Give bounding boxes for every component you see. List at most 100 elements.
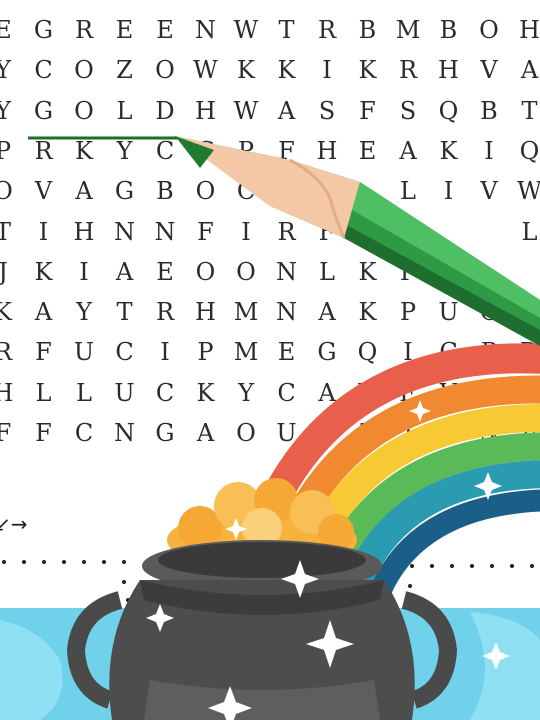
letter-cell[interactable]: H [186,292,226,332]
letter-cell[interactable]: E [145,252,185,292]
letter-cell[interactable]: U [429,292,469,332]
letter-cell[interactable]: O [64,50,104,90]
letter-cell[interactable]: H [186,91,226,131]
letter-cell[interactable]: P [0,131,23,171]
letter-cell[interactable]: L [24,373,64,413]
letter-cell[interactable]: T [267,10,307,50]
letter-cell[interactable]: A [186,413,226,453]
letter-cell[interactable]: V [429,373,469,413]
letter-cell[interactable]: K [267,50,307,90]
letter-cell[interactable]: Y [0,91,23,131]
letter-cell[interactable]: N [469,413,509,453]
letter-cell[interactable]: V [469,50,509,90]
letter-cell[interactable]: I [226,212,266,252]
letter-cell[interactable]: C [64,413,104,453]
letter-cell[interactable]: I [388,332,428,372]
letter-cell[interactable]: N [186,10,226,50]
letter-cell[interactable]: Q [348,332,388,372]
letter-cell[interactable]: W [186,50,226,90]
letter-cell[interactable]: N [348,373,388,413]
letter-cell[interactable]: G [24,91,64,131]
letter-cell[interactable]: U [105,373,145,413]
letter-cell[interactable]: A [105,252,145,292]
letter-cell[interactable]: M [226,292,266,332]
letter-cell[interactable]: B [429,10,469,50]
letter-cell[interactable]: R [24,131,64,171]
letter-cell[interactable]: F [24,413,64,453]
letter-cell[interactable]: J [0,252,23,292]
letter-cell[interactable]: F [307,212,347,252]
letter-cell[interactable]: U [64,332,104,372]
letter-cell[interactable]: R [0,332,23,372]
letter-cell[interactable]: E [388,373,428,413]
letter-cell[interactable]: H [429,50,469,90]
letter-cell[interactable]: E [145,10,185,50]
letter-cell[interactable]: I [145,332,185,372]
letter-cell[interactable]: T [0,212,23,252]
letter-cell[interactable]: A [24,292,64,332]
letter-cell[interactable]: F [510,413,540,453]
letter-cell[interactable]: O [145,50,185,90]
letter-cell[interactable]: X [429,413,469,453]
letter-cell[interactable]: C [226,171,266,211]
letter-cell[interactable]: I [24,212,64,252]
letter-cell[interactable]: N [145,212,185,252]
letter-cell[interactable]: W [510,171,540,211]
letter-cell[interactable]: C [307,413,347,453]
letter-cell[interactable]: C [105,332,145,372]
letter-cell[interactable]: B [469,91,509,131]
letter-cell[interactable]: A [64,171,104,211]
letter-cell[interactable]: N [105,212,145,252]
letter-cell[interactable]: R [267,212,307,252]
letter-cell[interactable]: T [105,292,145,332]
letter-cell[interactable]: C [469,292,509,332]
letter-cell[interactable]: E [267,332,307,372]
letter-cell[interactable]: F [24,332,64,372]
letter-cell[interactable]: K [24,252,64,292]
letter-cell[interactable]: O [469,10,509,50]
letter-cell[interactable]: E [0,10,23,50]
letter-cell[interactable]: J [388,413,428,453]
letter-cell[interactable]: Z [348,413,388,453]
letter-cell[interactable]: V [469,171,509,211]
letter-cell[interactable]: W [226,10,266,50]
letter-cell[interactable]: P [469,332,509,372]
letter-cell[interactable]: L [64,373,104,413]
letter-cell[interactable]: S [307,91,347,131]
letter-cell[interactable]: V [24,171,64,211]
letter-cell[interactable]: L [510,292,540,332]
letter-cell[interactable]: O [226,413,266,453]
letter-cell[interactable]: N [267,252,307,292]
letter-cell[interactable]: F [348,91,388,131]
letter-cell[interactable]: K [0,292,23,332]
letter-cell[interactable]: K [348,292,388,332]
letter-cell[interactable]: O [226,252,266,292]
letter-cell[interactable]: K [186,373,226,413]
letter-grid[interactable]: EGREENWTRBMBOHYCOZOWKKIKRHVAYGOLDHWASFSQ… [0,0,540,470]
letter-cell[interactable]: I [307,50,347,90]
letter-cell[interactable]: L [388,171,428,211]
letter-cell[interactable]: A [510,50,540,90]
letter-cell[interactable]: B [348,10,388,50]
letter-cell[interactable]: M [226,332,266,372]
letter-cell[interactable]: A [307,373,347,413]
letter-cell[interactable]: Y [0,50,23,90]
letter-cell[interactable]: I [429,171,469,211]
letter-cell[interactable]: Z [510,373,540,413]
letter-cell[interactable]: Q [429,91,469,131]
letter-cell[interactable]: C [145,373,185,413]
letter-cell[interactable]: F [0,413,23,453]
letter-cell[interactable]: D [510,332,540,372]
letter-cell[interactable]: P [388,252,428,292]
letter-cell[interactable]: K [226,50,266,90]
letter-cell[interactable]: I [469,131,509,171]
letter-cell[interactable]: C [267,373,307,413]
letter-cell[interactable]: T [510,91,540,131]
letter-cell[interactable]: Z [105,50,145,90]
letter-cell[interactable]: Y [64,292,104,332]
letter-cell[interactable]: K [348,252,388,292]
letter-cell[interactable]: Q [510,131,540,171]
letter-cell[interactable]: G [307,332,347,372]
letter-cell[interactable]: S [388,91,428,131]
letter-cell[interactable]: H [64,212,104,252]
